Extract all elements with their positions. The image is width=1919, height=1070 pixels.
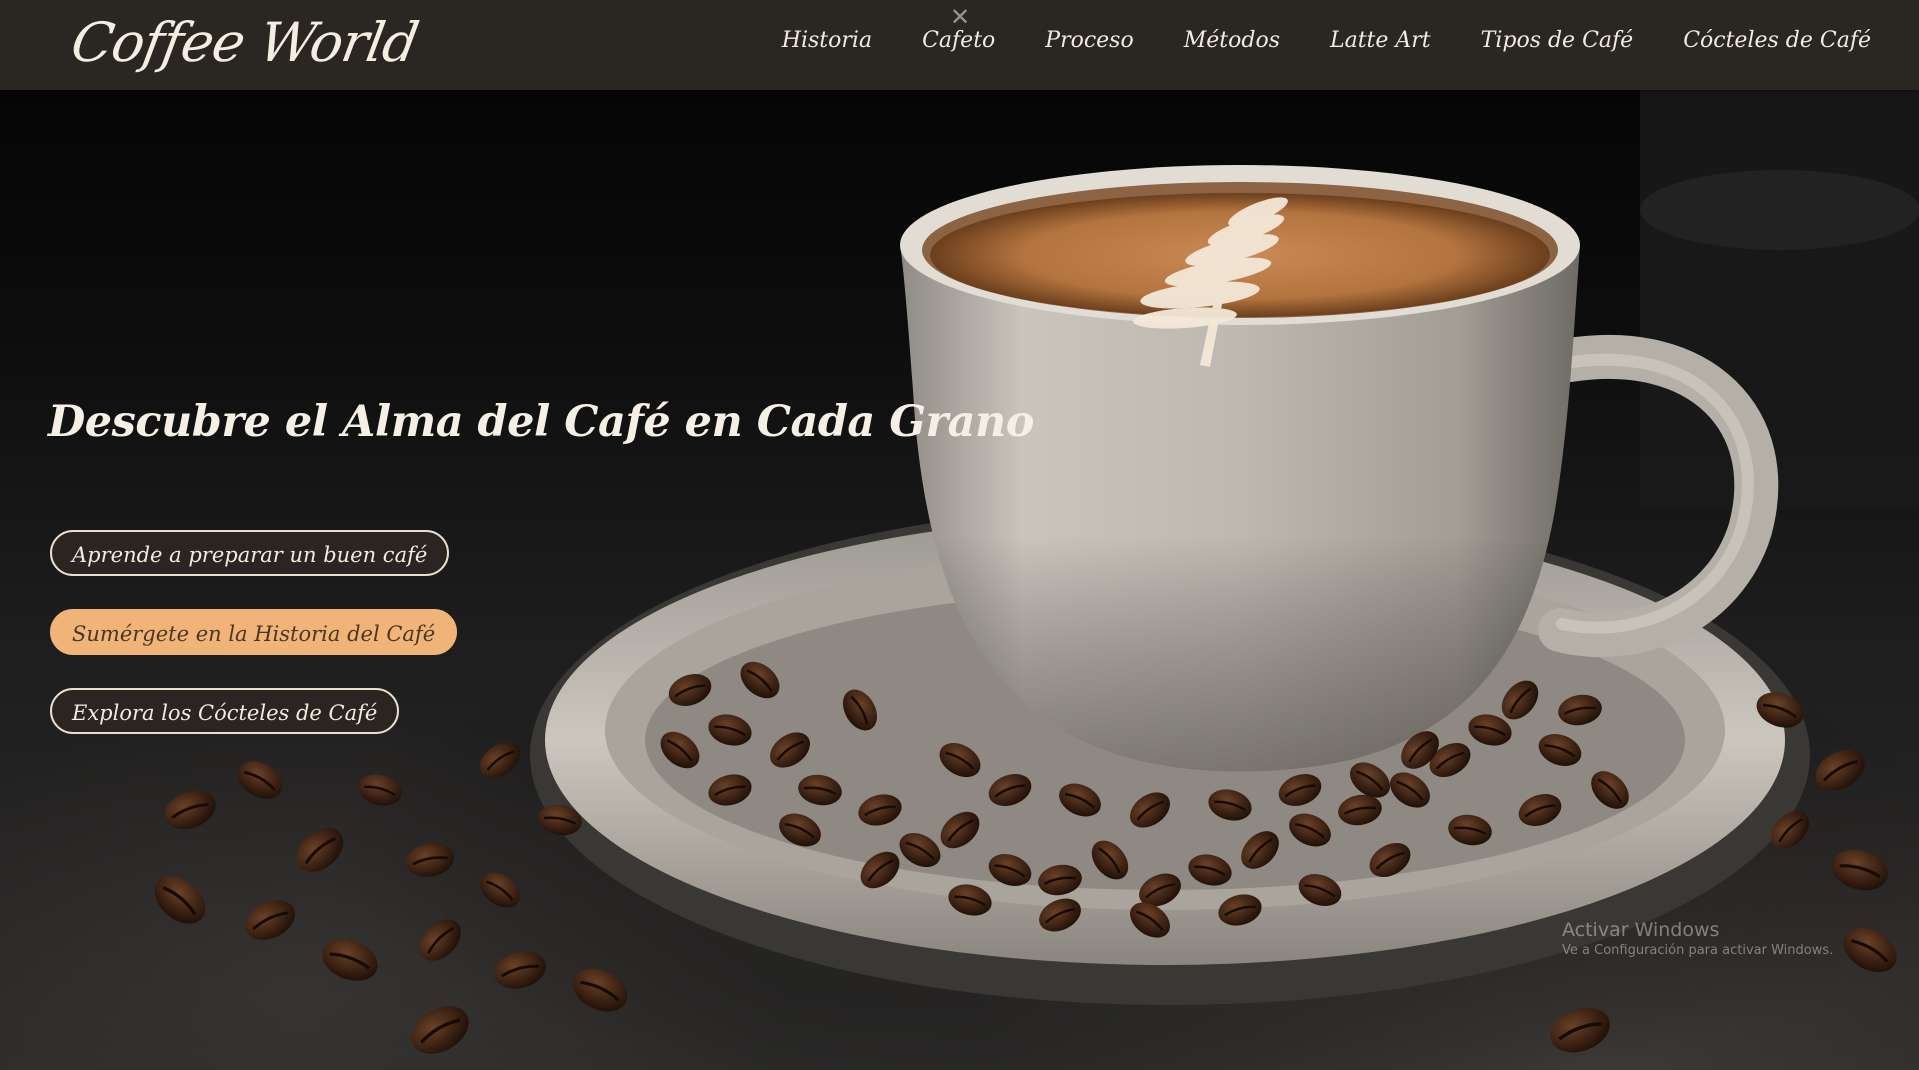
site-logo[interactable]: Coffee World xyxy=(66,8,423,78)
cocktails-button[interactable]: Explora los Cócteles de Café xyxy=(50,688,400,734)
watermark-subtitle: Ve a Configuración para activar Windows. xyxy=(1562,943,1834,958)
nav-link-proceso[interactable]: Proceso xyxy=(1045,28,1133,53)
watermark-title: Activar Windows xyxy=(1562,919,1720,941)
nav-link-cocteles-de-cafe[interactable]: Cócteles de Café xyxy=(1683,28,1871,53)
top-navbar: Coffee World ✕ Historia Cafeto Proceso M… xyxy=(0,0,1919,90)
history-button[interactable]: Sumérgete en la Historia del Café xyxy=(50,609,458,655)
page: Coffee World ✕ Historia Cafeto Proceso M… xyxy=(0,0,1919,1070)
hero-section: Descubre el Alma del Café en Cada Grano … xyxy=(0,90,1919,1070)
nav-link-tipos-de-cafe[interactable]: Tipos de Café xyxy=(1481,28,1634,53)
nav-link-cafeto[interactable]: Cafeto xyxy=(922,28,995,53)
nav-link-historia[interactable]: Historia xyxy=(782,28,872,53)
nav-link-latte-art[interactable]: Latte Art xyxy=(1330,28,1431,53)
hero-title: Descubre el Alma del Café en Cada Grano xyxy=(48,396,1034,447)
learn-brewing-button[interactable]: Aprende a preparar un buen café xyxy=(50,530,450,576)
main-nav: Historia Cafeto Proceso Métodos Latte Ar… xyxy=(782,0,1871,80)
activate-windows-watermark: Activar Windows Ve a Configuración para … xyxy=(1562,918,1833,960)
nav-link-metodos[interactable]: Métodos xyxy=(1184,28,1280,53)
close-icon[interactable]: ✕ xyxy=(950,3,970,31)
